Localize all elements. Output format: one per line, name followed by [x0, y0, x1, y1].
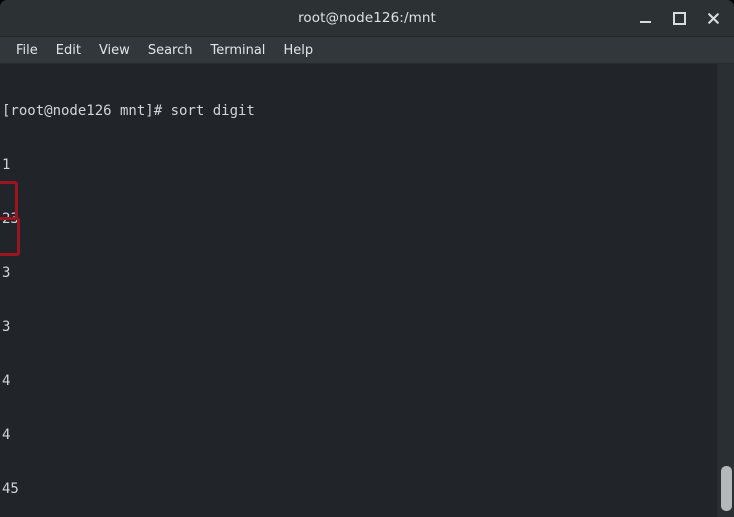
title-bar[interactable]: root@node126:/mnt [0, 0, 734, 37]
terminal-line: 4 [2, 427, 11, 443]
menu-bar: File Edit View Search Terminal Help [0, 37, 734, 64]
terminal-line: 4 [2, 373, 11, 389]
minimize-icon [639, 20, 651, 23]
close-icon [707, 12, 719, 24]
terminal-line: [root@node126 mnt]# sort digit [2, 103, 255, 119]
terminal-line: 3 [2, 319, 11, 335]
terminal-screen[interactable]: [root@node126 mnt]# sort digit 1 23 3 3 … [0, 64, 734, 517]
minimize-button[interactable] [632, 5, 658, 31]
menu-item-edit[interactable]: Edit [47, 40, 90, 61]
terminal-scrollbar[interactable] [717, 64, 734, 517]
menu-item-help[interactable]: Help [274, 40, 322, 61]
terminal-line: 3 [2, 265, 11, 281]
menu-item-file[interactable]: File [7, 40, 47, 61]
window-controls [632, 0, 726, 36]
terminal-line: 45 [2, 481, 19, 497]
scrollbar-thumb[interactable] [721, 466, 732, 511]
menu-item-view[interactable]: View [90, 40, 139, 61]
terminal-line: 1 [2, 157, 11, 173]
close-button[interactable] [700, 5, 726, 31]
terminal-window: root@node126:/mnt File Edit View Search … [0, 0, 734, 517]
terminal-output: [root@node126 mnt]# sort digit 1 23 3 3 … [2, 66, 280, 517]
window-title: root@node126:/mnt [298, 10, 436, 26]
maximize-button[interactable] [666, 5, 692, 31]
terminal-line: 23 [2, 211, 19, 227]
menu-item-search[interactable]: Search [139, 40, 202, 61]
maximize-icon [672, 11, 686, 25]
menu-item-terminal[interactable]: Terminal [201, 40, 274, 61]
